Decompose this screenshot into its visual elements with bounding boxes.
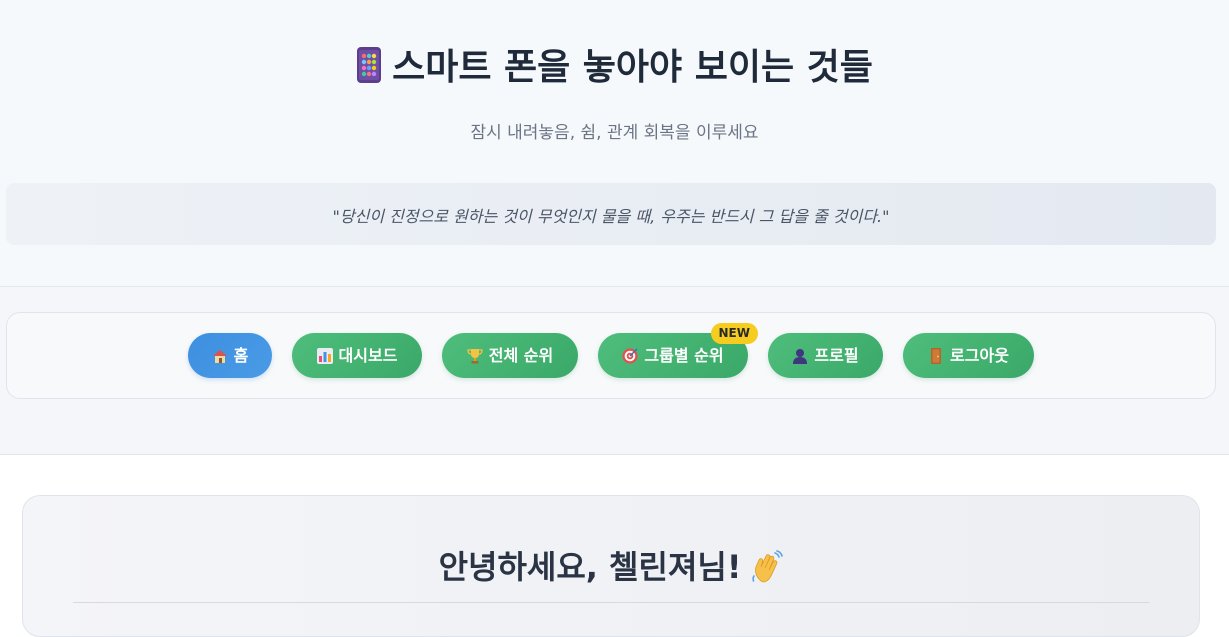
bar-chart-icon bbox=[316, 348, 333, 364]
quote-text: "당신이 진정으로 원하는 것이 무엇인지 물을 때, 우주는 반드시 그 답을… bbox=[332, 207, 890, 226]
quote-box: "당신이 진정으로 원하는 것이 무엇인지 물을 때, 우주는 반드시 그 답을… bbox=[6, 183, 1216, 245]
nav-ranking-button[interactable]: 전체 순위 bbox=[442, 333, 578, 378]
page-title-wrap: 스마트 폰을 놓아야 보이는 것들 bbox=[0, 38, 1229, 90]
nav-group-ranking-label: 그룹별 순위 bbox=[644, 346, 724, 365]
new-badge: NEW bbox=[710, 323, 758, 344]
page-header: 스마트 폰을 놓아야 보이는 것들 잠시 내려놓음, 쉼, 관계 회복을 이루세… bbox=[0, 0, 1229, 287]
house-icon bbox=[212, 350, 227, 363]
welcome-heading: 안녕하세요, 첼린져님! bbox=[438, 548, 742, 586]
page-title: 스마트 폰을 놓아야 보이는 것들 bbox=[392, 47, 873, 88]
nav-section: 홈 대시보드 전체 순위 그룹별 순위 NEW 프로필 로그아웃 bbox=[0, 287, 1229, 455]
nav-group-ranking-button[interactable]: 그룹별 순위 NEW bbox=[598, 323, 758, 378]
trophy-icon bbox=[467, 349, 483, 364]
nav-logout-label: 로그아웃 bbox=[950, 346, 1009, 365]
nav-home-label: 홈 bbox=[233, 346, 249, 365]
main-content: 안녕하세요, 첼린져님! bbox=[0, 455, 1229, 637]
user-icon bbox=[793, 349, 808, 364]
waving-hand-icon bbox=[752, 550, 784, 583]
nav-bar: 홈 대시보드 전체 순위 그룹별 순위 NEW 프로필 로그아웃 bbox=[6, 312, 1216, 399]
nav-logout-button[interactable]: 로그아웃 bbox=[903, 333, 1034, 378]
page-subtitle: 잠시 내려놓음, 쉼, 관계 회복을 이루세요 bbox=[470, 123, 759, 143]
welcome-card: 안녕하세요, 첼린져님! bbox=[22, 495, 1200, 637]
nav-ranking-label: 전체 순위 bbox=[488, 346, 554, 365]
phone-icon bbox=[357, 47, 382, 83]
nav-dashboard-button[interactable]: 대시보드 bbox=[292, 333, 422, 378]
nav-home-button[interactable]: 홈 bbox=[188, 333, 272, 378]
nav-profile-label: 프로필 bbox=[814, 346, 859, 365]
door-icon bbox=[931, 348, 942, 364]
welcome-heading-wrap: 안녕하세요, 첼린져님! bbox=[23, 542, 1199, 588]
nav-dashboard-label: 대시보드 bbox=[338, 346, 398, 365]
nav-profile-button[interactable]: 프로필 bbox=[768, 333, 883, 378]
target-icon bbox=[622, 348, 638, 364]
